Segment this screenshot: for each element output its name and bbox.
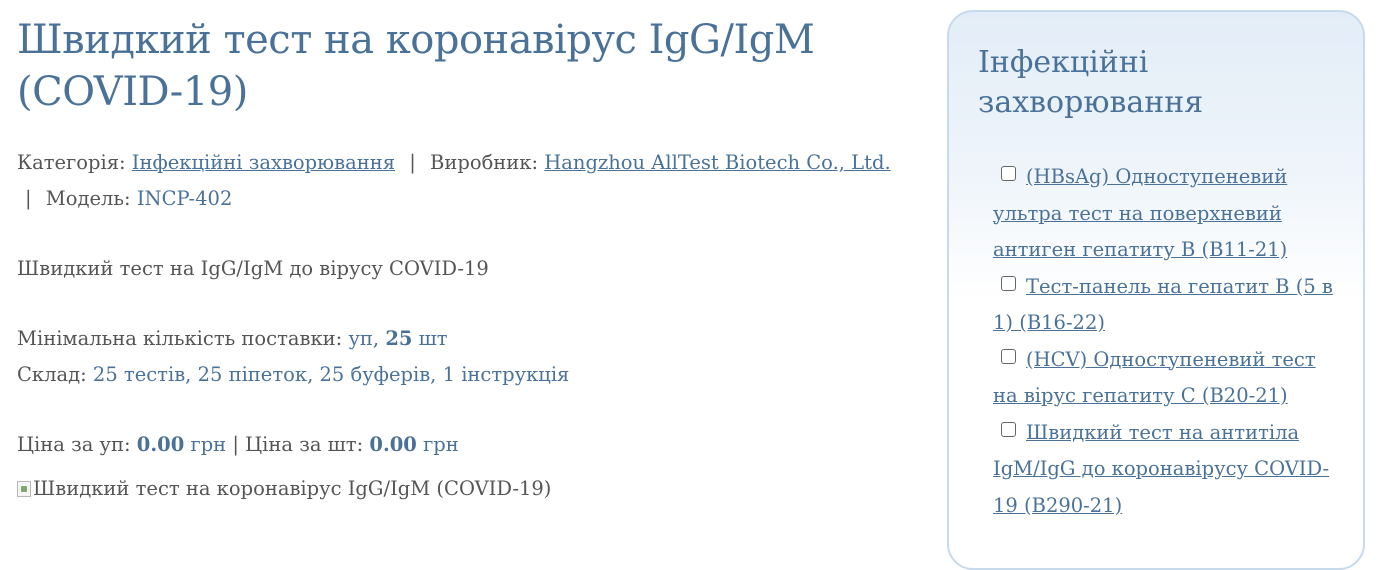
price-piece-currency: грн bbox=[423, 433, 459, 456]
sidebar-item: (HBsAg) Одноступеневий ультра тест на по… bbox=[993, 159, 1337, 269]
page-title: Швидкий тест на коронавірус IgG/IgM (COV… bbox=[17, 17, 815, 115]
sidebar-item: (HCV) Одноступеневий тест на вірус гепат… bbox=[993, 342, 1337, 415]
sidebar-item-link[interactable]: (HBsAg) Одноступеневий ультра тест на по… bbox=[993, 165, 1287, 261]
category-label: Категорія: bbox=[17, 151, 126, 174]
price-pack-value: 0.00 bbox=[136, 433, 185, 456]
meta-separator: | bbox=[409, 151, 416, 174]
min-qty-label: Мінімальна кількість поставки: bbox=[17, 327, 343, 350]
sidebar-item-checkbox[interactable] bbox=[1001, 166, 1016, 181]
product-meta: Категорія: Інфекційні захворювання | Вир… bbox=[17, 145, 897, 217]
sidebar-item: Тест-панель на гепатит В (5 в 1) (В16-22… bbox=[993, 269, 1337, 342]
sidebar-product-list: (HBsAg) Одноступеневий ультра тест на по… bbox=[949, 159, 1363, 524]
meta-separator: | bbox=[25, 187, 32, 210]
min-qty-count-unit: шт bbox=[418, 327, 448, 350]
sidebar-item-checkbox[interactable] bbox=[1001, 348, 1016, 364]
composition-row: Склад: 25 тестів, 25 піпеток, 25 буферів… bbox=[17, 357, 897, 393]
product-image: Швидкий тест на коронавірус IgG/IgM (COV… bbox=[17, 477, 897, 500]
category-sidebar: Інфекційні захворювання (HBsAg) Одноступ… bbox=[947, 10, 1365, 570]
sidebar-title: Інфекційні захворювання bbox=[978, 45, 1204, 120]
product-image-alt: Швидкий тест на коронавірус IgG/IgM (COV… bbox=[33, 477, 552, 500]
product-description: Швидкий тест на IgG/IgM до вірусу COVID-… bbox=[17, 257, 489, 280]
model-label: Модель: bbox=[45, 187, 131, 210]
min-qty-unit: уп, bbox=[348, 327, 380, 350]
sidebar-item-link[interactable]: Швидкий тест на антитіла IgM/IgG до коро… bbox=[993, 421, 1329, 517]
sidebar-item-link[interactable]: Тест-панель на гепатит В (5 в 1) (В16-22… bbox=[993, 275, 1333, 335]
price-pack-label: Ціна за уп: bbox=[17, 433, 131, 456]
sidebar-item-link[interactable]: (HCV) Одноступеневий тест на вірус гепат… bbox=[993, 348, 1316, 408]
category-link[interactable]: Інфекційні захворювання bbox=[132, 151, 395, 174]
min-quantity-row: Мінімальна кількість поставки: уп, 25 шт bbox=[17, 321, 897, 357]
price-pack-currency: грн bbox=[190, 433, 227, 456]
model-value: INCP-402 bbox=[136, 187, 233, 210]
manufacturer-label: Виробник: bbox=[430, 151, 539, 174]
sidebar-item: Швидкий тест на антитіла IgM/IgG до коро… bbox=[993, 415, 1337, 525]
sidebar-item-checkbox[interactable] bbox=[1001, 421, 1016, 437]
product-main: Швидкий тест на коронавірус IgG/IgM (COV… bbox=[17, 14, 897, 500]
composition-label: Склад: bbox=[17, 363, 87, 386]
sidebar-item-checkbox[interactable] bbox=[1001, 275, 1016, 291]
price-piece-label: | Ціна за шт: bbox=[232, 433, 364, 456]
manufacturer-link[interactable]: Hangzhou AllTest Biotech Co., Ltd. bbox=[544, 151, 890, 174]
price-row: Ціна за уп: 0.00 грн | Ціна за шт: 0.00 … bbox=[17, 427, 897, 463]
composition-value: 25 тестів, 25 піпеток, 25 буферів, 1 інс… bbox=[92, 363, 570, 386]
price-piece-value: 0.00 bbox=[369, 433, 417, 456]
broken-image-icon bbox=[17, 480, 31, 497]
min-qty-count: 25 bbox=[385, 327, 413, 350]
